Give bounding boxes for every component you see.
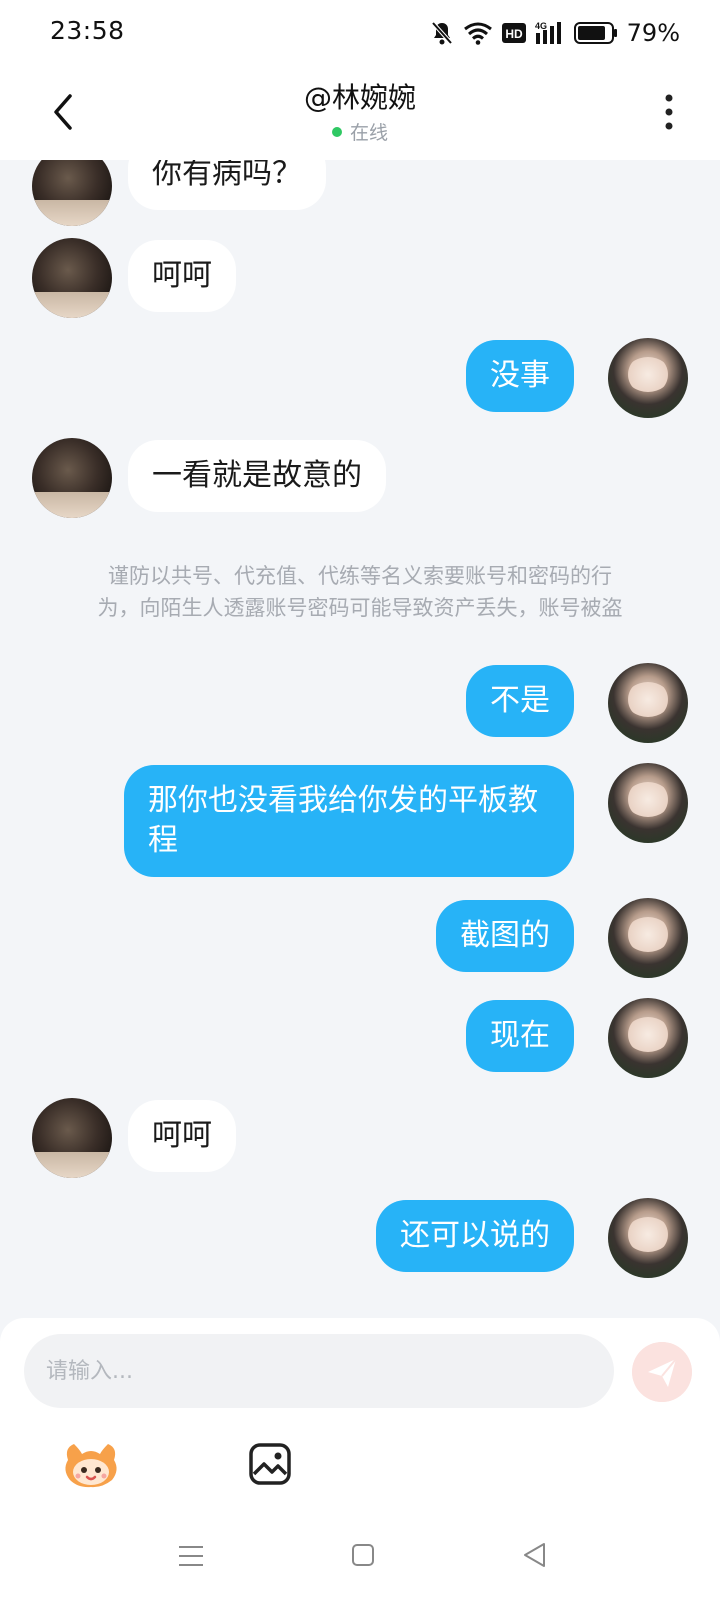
svg-text:4G: 4G (535, 21, 547, 31)
my-avatar[interactable] (608, 1198, 688, 1278)
contact-avatar[interactable] (32, 1098, 112, 1178)
security-notice-line: 为，向陌生人透露账号密码可能导致资产丢失，账号被盗 (97, 596, 623, 620)
online-dot-icon (331, 126, 342, 137)
message-bubble-sent[interactable]: 截图的 (436, 900, 574, 972)
message-bubble-received[interactable]: 一看就是故意的 (128, 440, 386, 512)
online-status: 在线 (0, 118, 720, 145)
chat-header: @林婉婉 在线 (0, 66, 720, 160)
svg-text:HD: HD (505, 27, 523, 41)
online-status-text: 在线 (349, 122, 388, 144)
more-options-icon[interactable] (662, 92, 676, 132)
header-title-block: @林婉婉 在线 (0, 76, 720, 145)
recent-apps-icon[interactable] (178, 1544, 204, 1568)
battery-percent: 79% (626, 19, 680, 47)
chat-screen: 23:58 HD 4G 79% @林婉婉 在线 你有病吗？ 呵呵 没事 一看就是… (0, 0, 720, 1612)
contact-avatar[interactable] (32, 160, 112, 226)
security-notice-line: 谨防以共号、代充值、代练等名义索要账号和密码的行 (108, 564, 612, 588)
image-icon[interactable] (248, 1442, 292, 1486)
emoji-icon[interactable] (62, 1440, 120, 1488)
status-time: 23:58 (50, 16, 125, 45)
contact-name: @林婉婉 (303, 81, 416, 114)
message-bubble-received[interactable]: 呵呵 (128, 1100, 236, 1172)
my-avatar[interactable] (608, 998, 688, 1078)
message-bubble-sent[interactable]: 不是 (466, 665, 574, 737)
4g-signal-icon: 4G (535, 21, 561, 44)
wifi-icon (463, 22, 492, 45)
message-list[interactable]: 你有病吗？ 呵呵 没事 一看就是故意的 谨防以共号、代充值、代练等名义索要账号和… (0, 160, 720, 1320)
message-bubble-sent[interactable]: 现在 (466, 1000, 574, 1072)
status-icons: HD 4G 79% (430, 16, 680, 50)
my-avatar[interactable] (608, 663, 688, 743)
system-nav-bar (0, 1520, 720, 1612)
contact-avatar[interactable] (32, 238, 112, 318)
back-triangle-icon[interactable] (522, 1542, 546, 1568)
hd-icon: HD (501, 23, 526, 43)
message-input[interactable] (24, 1334, 614, 1408)
home-icon[interactable] (352, 1544, 374, 1566)
contact-avatar[interactable] (32, 438, 112, 518)
message-bubble-sent[interactable]: 那你也没看我给你发的平板教程 (124, 765, 574, 877)
my-avatar[interactable] (608, 338, 688, 418)
my-avatar[interactable] (608, 763, 688, 843)
message-bubble-sent[interactable]: 没事 (466, 340, 574, 412)
send-button[interactable] (632, 1342, 692, 1402)
message-bubble-received[interactable]: 你有病吗？ (128, 160, 326, 210)
my-avatar[interactable] (608, 898, 688, 978)
status-bar: 23:58 HD 4G 79% (0, 0, 720, 66)
battery-icon (573, 22, 617, 44)
message-bubble-received[interactable]: 呵呵 (128, 240, 236, 312)
bell-mute-icon (431, 21, 453, 45)
security-notice: 谨防以共号、代充值、代练等名义索要账号和密码的行 为，向陌生人透露账号密码可能导… (60, 560, 660, 624)
message-bubble-sent[interactable]: 还可以说的 (376, 1200, 574, 1272)
